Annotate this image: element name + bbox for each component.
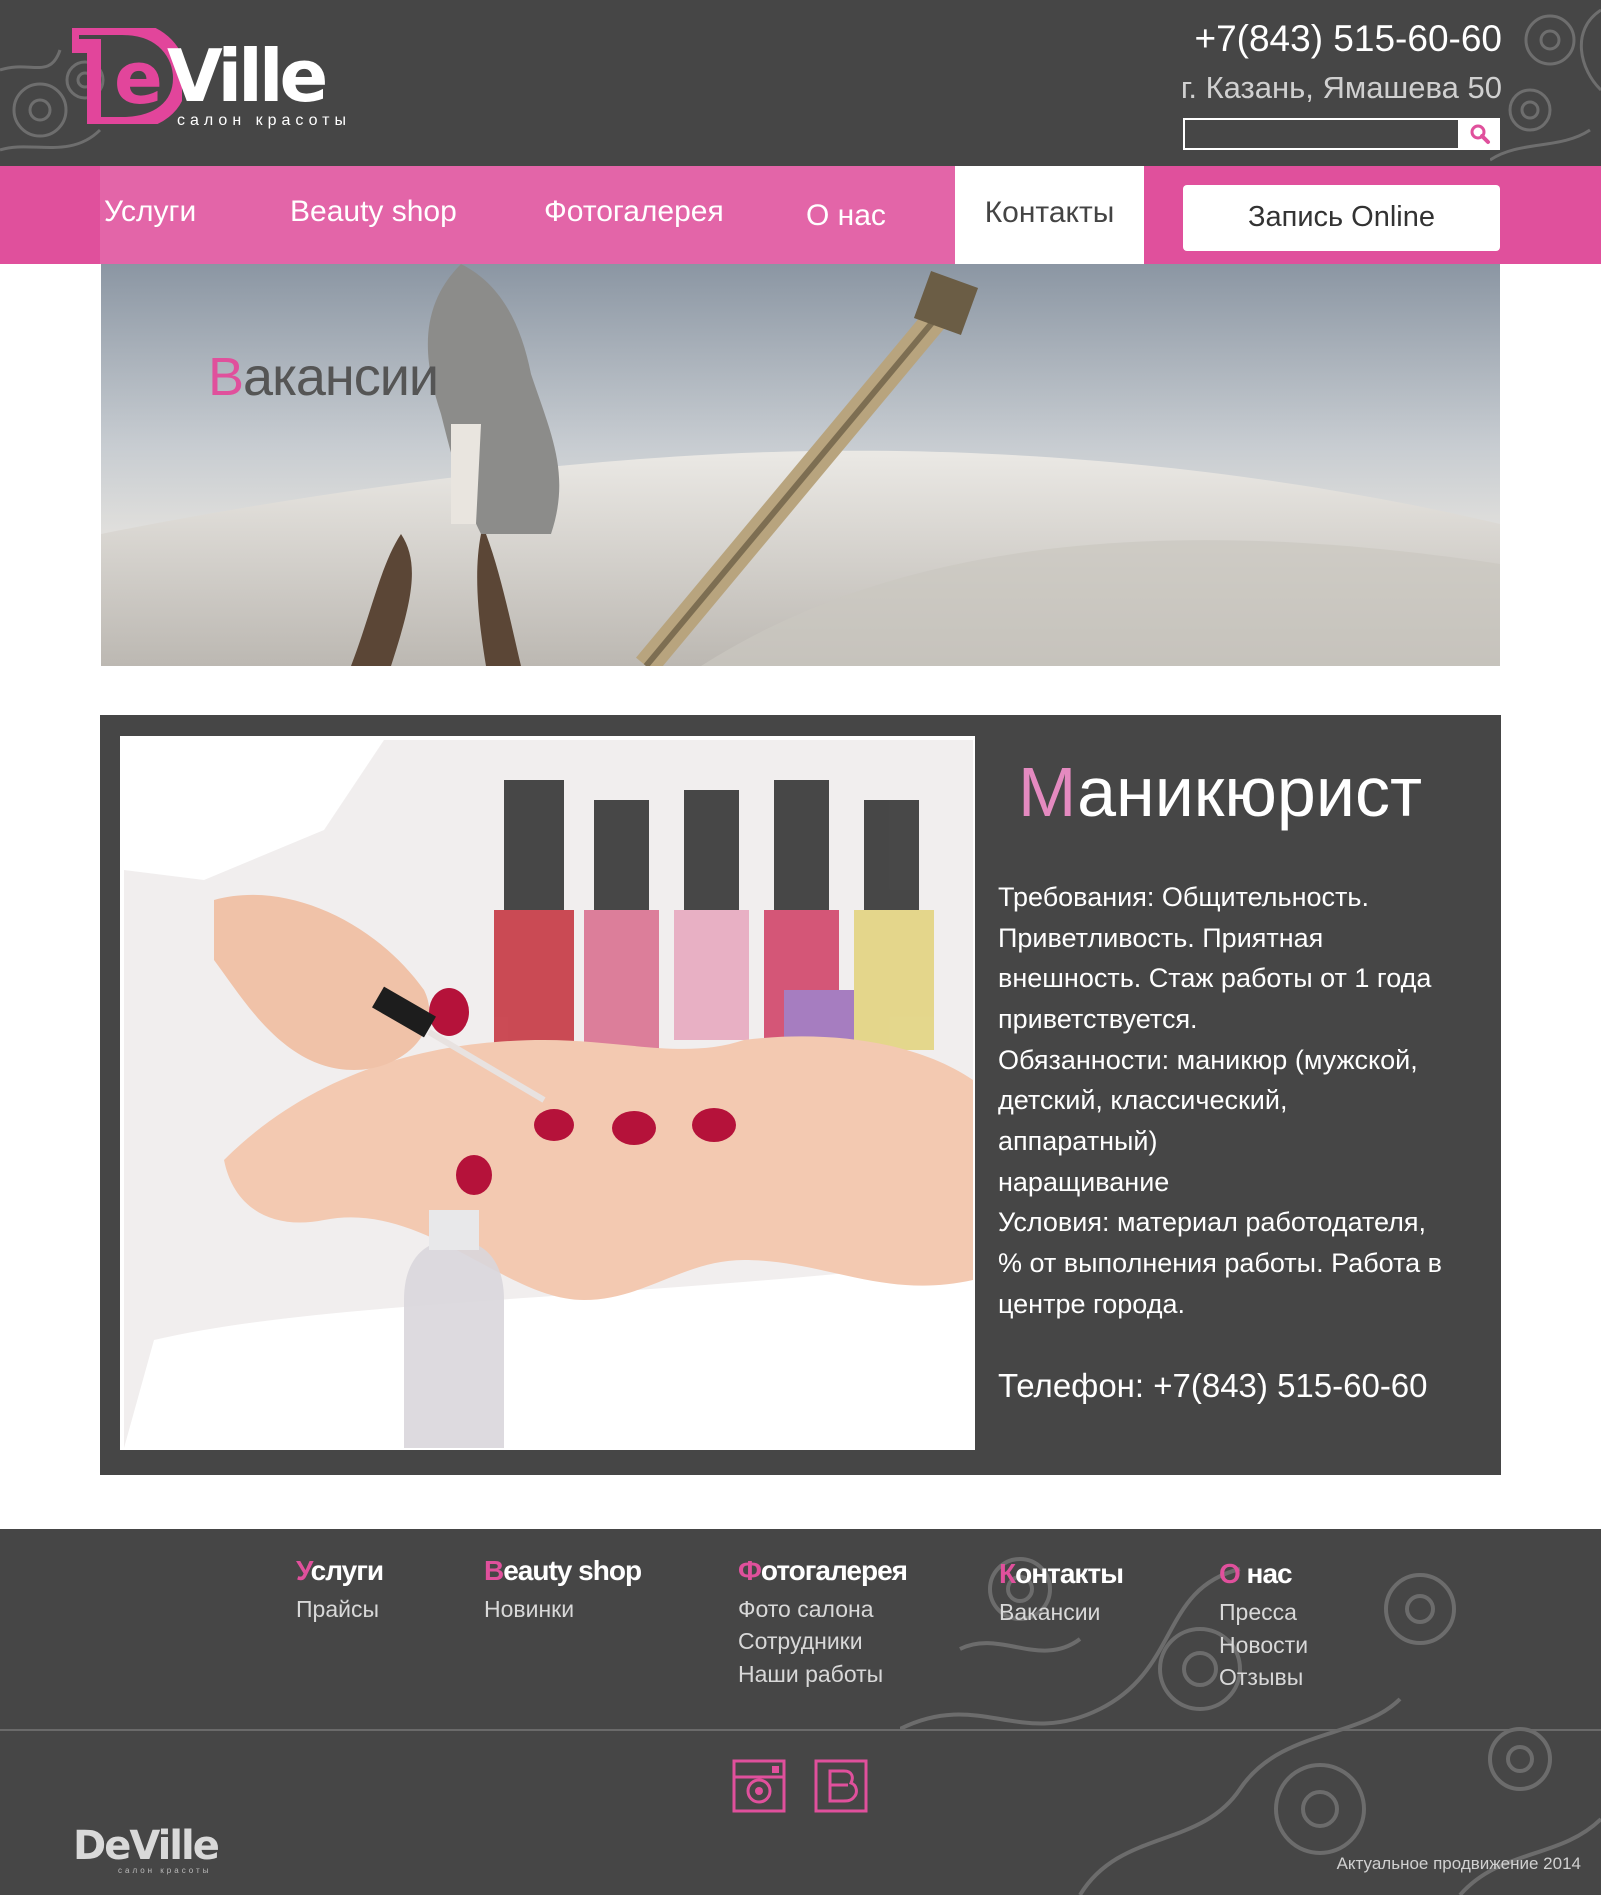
footer-heading-beauty-shop[interactable]: Beauty shop <box>484 1555 642 1587</box>
footer-heading-services[interactable]: Услуги <box>296 1555 384 1587</box>
search-button[interactable] <box>1460 118 1500 150</box>
nav-item-about[interactable]: О нас <box>806 199 886 233</box>
footer-link-salon-photos[interactable]: Фото салона <box>738 1596 873 1623</box>
footer-heading-rest: нас <box>1239 1558 1293 1589</box>
vacancy-text-line: центре города. <box>998 1289 1185 1319</box>
vacancy-text-line: Приветливость. Приятная <box>998 923 1324 953</box>
footer-heading-first-letter: К <box>999 1558 1016 1589</box>
footer-heading-rest: отогалерея <box>760 1555 908 1586</box>
footer-link-prices[interactable]: Прайсы <box>296 1596 379 1623</box>
footer-link-our-works[interactable]: Наши работы <box>738 1661 883 1688</box>
vacancy-phone[interactable]: Телефон: +7(843) 515-60-60 <box>998 1367 1428 1405</box>
footer-heading-first-letter: О <box>1219 1558 1241 1589</box>
footer-link-news[interactable]: Новости <box>1219 1632 1308 1659</box>
footer-logo-wordmark: DeVille <box>73 1823 220 1869</box>
header-address: г. Казань, Ямашева 50 <box>1180 70 1502 105</box>
footer-logo[interactable]: DeVille салон красоты <box>73 1826 220 1876</box>
footer-heading-first-letter: Ф <box>738 1555 762 1586</box>
nav-item-services[interactable]: Услуги <box>104 195 196 229</box>
vacancy-photo <box>124 740 973 1448</box>
footer-link-new-arrivals[interactable]: Новинки <box>484 1596 574 1623</box>
page-title: Вакансии <box>208 346 439 408</box>
footer-link-reviews[interactable]: Отзывы <box>1219 1664 1303 1691</box>
vk-icon <box>814 1759 868 1813</box>
footer-heading-first-letter: У <box>296 1555 312 1586</box>
footer-logo-second-part: Ville <box>129 1823 220 1869</box>
search-input[interactable] <box>1183 118 1460 150</box>
footer-link-vacancies[interactable]: Вакансии <box>999 1599 1100 1626</box>
vacancy-text-line: Условия: материал работодателя, <box>998 1207 1427 1237</box>
vk-link[interactable] <box>814 1759 868 1813</box>
vacancy-text-line: детский, классический, <box>998 1085 1288 1115</box>
nav-item-contacts-label: Контакты <box>984 196 1115 229</box>
vacancy-text-line: аппаратный) <box>998 1126 1158 1156</box>
vacancy-text-line: приветствуется. <box>998 1004 1198 1034</box>
vacancy-title-rest: аникюрист <box>1077 753 1423 831</box>
footer-heading-about[interactable]: О нас <box>1219 1558 1293 1590</box>
page-title-rest: акансии <box>243 347 439 407</box>
logo-second-part: Ville <box>167 34 328 118</box>
search-icon <box>1470 124 1490 144</box>
flourish-right-decoration <box>1490 8 1601 162</box>
instagram-link[interactable] <box>732 1759 786 1813</box>
footer-logo-tagline: салон красоты <box>118 1866 212 1875</box>
vacancy-text-line: внешность. Стаж работы от 1 года <box>998 963 1432 993</box>
online-booking-button[interactable]: Запись Online <box>1183 185 1500 251</box>
online-booking-label: Запись Online <box>1247 201 1436 233</box>
instagram-icon <box>732 1759 786 1813</box>
vacancy-text-line: наращивание <box>998 1167 1170 1197</box>
logo-e-letter: e <box>114 36 163 120</box>
hero-banner <box>101 264 1500 666</box>
copyright-text: Актуальное продвижение 2014 <box>1336 1854 1581 1873</box>
footer-heading-rest: слуги <box>310 1555 384 1586</box>
vacancy-text-line: Обязанности: маникюр (мужской, <box>998 1045 1418 1075</box>
site-logo[interactable]: DeVille e салон красоты <box>72 26 402 144</box>
footer-link-press[interactable]: Пресса <box>1219 1599 1297 1626</box>
footer-heading-rest: онтакты <box>1015 1558 1124 1589</box>
vacancy-title-first-letter: М <box>1018 753 1078 831</box>
header-phone[interactable]: +7(843) 515-60-60 <box>1194 18 1502 60</box>
hero-image <box>101 264 1500 666</box>
footer-heading-contacts[interactable]: Контакты <box>999 1558 1124 1590</box>
nav-item-contacts[interactable]: Контакты <box>955 166 1144 264</box>
vacancy-title: Маникюрист <box>1018 752 1422 832</box>
footer-heading-rest: eauty shop <box>503 1555 642 1586</box>
nav-item-gallery[interactable]: Фотогалерея <box>544 195 724 229</box>
footer-link-staff[interactable]: Сотрудники <box>738 1628 863 1655</box>
vacancy-text-line: % от выполнения работы. Работа в <box>998 1248 1443 1278</box>
logo-tagline: салон красоты <box>177 112 351 129</box>
nav-item-beauty-shop[interactable]: Beauty shop <box>290 195 457 229</box>
footer-logo-first-part: De <box>73 1823 131 1869</box>
footer-divider <box>0 1729 1601 1731</box>
vacancy-text-line: Требования: Общительность. <box>998 882 1369 912</box>
footer-heading-gallery[interactable]: Фотогалерея <box>738 1555 908 1587</box>
page-title-first-letter: В <box>208 347 244 407</box>
footer-heading-first-letter: B <box>484 1555 504 1586</box>
manicure-image <box>124 740 973 1448</box>
